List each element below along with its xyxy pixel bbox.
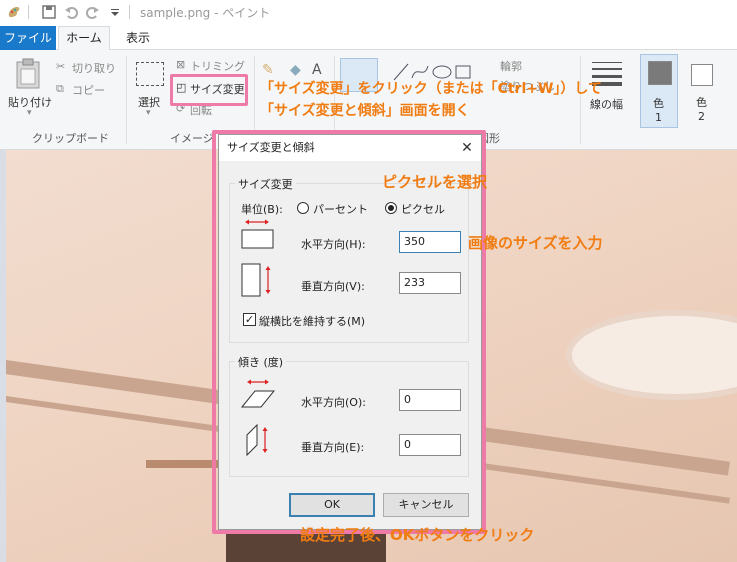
ceiling-lamp (566, 310, 737, 400)
horizontal-skew-icon (240, 379, 276, 412)
copy-button[interactable]: コピー (72, 82, 105, 98)
clipboard-group-label: クリップボード (32, 132, 109, 145)
vertical-label: 垂直方向(V): (301, 280, 365, 293)
resize-skew-dialog: サイズ変更と傾斜 ✕ サイズ変更 単位(B): パーセント ピクセル 水平方向(… (218, 134, 482, 530)
ribbon-divider (126, 56, 127, 144)
line-width-button[interactable]: 線の幅 (590, 96, 623, 112)
color2-swatch (691, 64, 713, 86)
close-icon[interactable]: ✕ (457, 138, 477, 158)
select-dropdown-icon[interactable]: ▾ (146, 108, 151, 118)
horizontal-input[interactable]: 350 (399, 231, 461, 253)
cut-button[interactable]: 切り取り (72, 60, 116, 76)
color1-number: 1 (655, 111, 662, 124)
redo-icon[interactable] (85, 4, 101, 20)
color2-label: 色 (696, 96, 707, 109)
resize-highlight (170, 74, 248, 106)
annotation-step2: ピクセルを選択 (382, 173, 488, 191)
save-icon[interactable] (41, 4, 57, 20)
horizontal-label: 水平方向(H): (301, 238, 366, 251)
cancel-button[interactable]: キャンセル (383, 493, 469, 517)
crop-button[interactable]: トリミング (190, 58, 245, 74)
pencil-icon[interactable]: ✎ (262, 62, 274, 78)
paint-app-icon[interactable] (6, 4, 22, 20)
title-bar: sample.png - ペイント (0, 0, 737, 24)
title-separator-2 (129, 5, 130, 19)
vertical-skew-icon (241, 423, 275, 460)
customize-toolbar-icon[interactable] (107, 4, 123, 20)
color1-swatch (648, 61, 672, 85)
annotation-step1-line2: 「サイズ変更と傾斜」画面を開く (260, 103, 470, 119)
vertical-input[interactable]: 233 (399, 272, 461, 294)
outline-button[interactable]: 輪郭 (500, 58, 522, 74)
annotation-step3: 画像のサイズを入力 (468, 234, 603, 252)
skew-h-input[interactable]: 0 (399, 389, 461, 411)
undo-icon[interactable] (63, 4, 79, 20)
paste-dropdown-icon[interactable]: ▾ (27, 108, 32, 118)
keep-ratio-checkbox[interactable]: ✓ (243, 313, 256, 326)
select-icon[interactable] (136, 62, 164, 86)
horizontal-resize-icon (241, 219, 275, 252)
scissors-icon: ✂ (56, 60, 66, 73)
dialog-title: サイズ変更と傾斜 (227, 141, 315, 154)
image-group-label: イメージ (170, 132, 214, 145)
keep-ratio-label[interactable]: 縦横比を維持する(M) (259, 313, 365, 329)
skew-v-input[interactable]: 0 (399, 434, 461, 456)
title-separator (28, 5, 29, 19)
color1-label: 色 (653, 97, 664, 110)
tab-file[interactable]: ファイル (0, 26, 56, 50)
ok-button[interactable]: OK (289, 493, 375, 517)
dialog-title-bar: サイズ変更と傾斜 (219, 135, 481, 161)
color1-button[interactable]: 色 1 (640, 54, 678, 128)
unit-pixel-radio[interactable] (385, 202, 397, 214)
color2-button[interactable]: 色 2 (684, 54, 722, 128)
skew-legend: 傾き (度) (235, 354, 287, 370)
ribbon-tabs: ファイル ホーム 表示 (0, 26, 737, 51)
crop-icon: ⊠ (176, 58, 186, 71)
skew-h-label: 水平方向(O): (301, 396, 366, 409)
skew-v-label: 垂直方向(E): (301, 441, 365, 454)
unit-percent-label[interactable]: パーセント (313, 201, 368, 217)
unit-percent-radio[interactable] (297, 202, 309, 214)
vertical-resize-icon (241, 263, 275, 300)
color2-number: 2 (698, 110, 705, 123)
resize-legend: サイズ変更 (235, 176, 296, 192)
annotation-step4: 設定完了後、OKボタンをクリック (300, 526, 535, 544)
paste-icon[interactable] (14, 58, 42, 93)
unit-label: 単位(B): (241, 203, 283, 216)
tab-home[interactable]: ホーム (58, 26, 110, 51)
unit-pixel-label[interactable]: ピクセル (401, 201, 445, 217)
text-icon[interactable]: A (312, 62, 322, 78)
window-title: sample.png - ペイント (140, 5, 271, 20)
copy-icon: ⧉ (56, 82, 64, 95)
tab-view[interactable]: 表示 (118, 26, 158, 50)
fill-icon[interactable]: ◆ (290, 62, 301, 78)
ribbon-divider-4 (580, 56, 581, 144)
annotation-step1-line1: 「サイズ変更」をクリック（または「Ctrl+W」）して (260, 81, 603, 97)
